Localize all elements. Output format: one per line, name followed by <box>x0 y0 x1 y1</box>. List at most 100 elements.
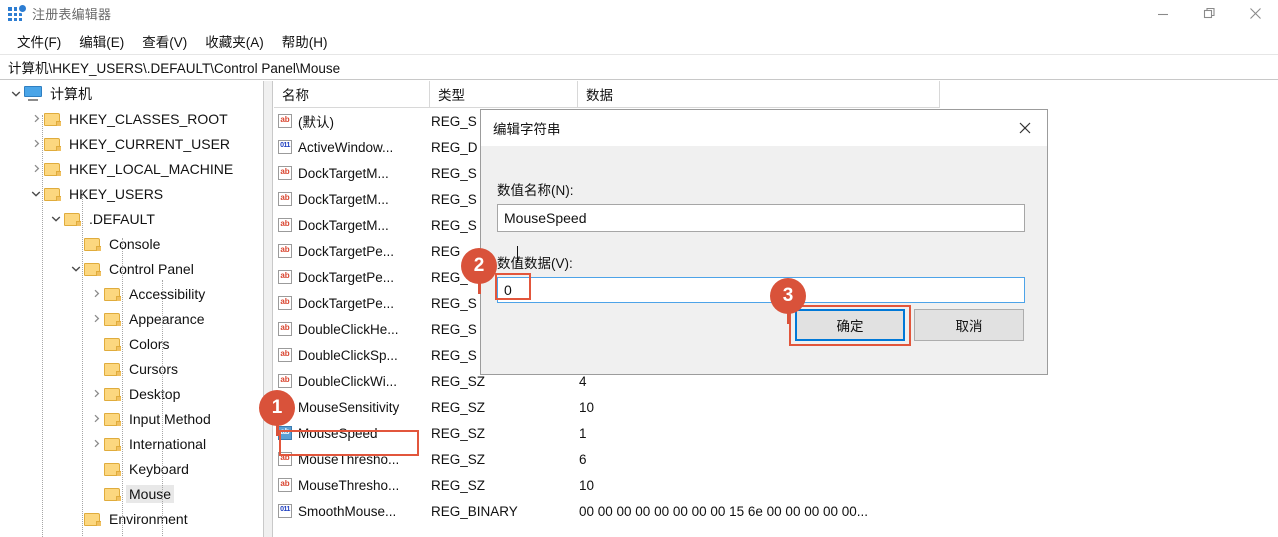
table-row[interactable]: abMouseThresho...REG_SZ6 <box>274 446 1278 472</box>
registry-editor-window: 注册表编辑器 文件(F) 编辑( <box>0 0 1278 537</box>
string-value-icon: ab <box>278 452 293 467</box>
pane-splitter[interactable] <box>263 81 273 537</box>
list-header: 名称类型数据 <box>274 81 940 108</box>
tree-item-accessibility[interactable]: Accessibility <box>0 281 263 306</box>
column-header-label: 数据 <box>586 84 613 104</box>
folder-icon <box>104 487 121 501</box>
tree-item-control-panel[interactable]: Control Panel <box>0 256 263 281</box>
tree-item-hkey-local-machine[interactable]: HKEY_LOCAL_MACHINE <box>0 156 263 181</box>
value-name-text: DockTargetM... <box>298 166 389 181</box>
tree-item-hkey-users[interactable]: HKEY_USERS <box>0 181 263 206</box>
table-row[interactable]: abMouseSensitivityREG_SZ10 <box>274 394 1278 420</box>
menu-view[interactable]: 查看(V) <box>133 29 196 53</box>
tree-item-label: 计算机 <box>47 83 95 105</box>
column-header-data[interactable]: 数据 <box>578 81 940 107</box>
value-name-text: DockTargetM... <box>298 218 389 233</box>
maximize-button[interactable] <box>1186 0 1232 27</box>
value-type-cell: REG_S <box>431 322 477 337</box>
value-data-cell: 1 <box>579 426 587 441</box>
address-bar[interactable]: 计算机\HKEY_USERS\.DEFAULT\Control Panel\Mo… <box>0 54 1278 80</box>
registry-tree[interactable]: 计算机 HKEY_CLASSES_ROOT HKEY_CURRENT_USER HKE… <box>0 81 264 537</box>
folder-icon <box>104 287 121 301</box>
chevron-right-icon <box>32 114 41 123</box>
folder-icon <box>44 187 61 201</box>
tree-item-international[interactable]: International <box>0 431 263 456</box>
tree-item-desktop[interactable]: Desktop <box>0 381 263 406</box>
tree-item-default[interactable]: .DEFAULT <box>0 206 263 231</box>
menu-file[interactable]: 文件(F) <box>8 29 70 53</box>
value-name-field[interactable] <box>497 204 1025 232</box>
tree-expander[interactable] <box>88 381 104 406</box>
table-row[interactable]: 011SmoothMouse...REG_BINARY00 00 00 00 0… <box>274 498 1278 524</box>
tree-guide-line <box>42 115 44 537</box>
value-name-text: SmoothMouse... <box>298 504 396 519</box>
chevron-right-icon <box>92 414 101 423</box>
value-type-cell: REG_SZ <box>431 478 485 493</box>
string-value-icon: ab <box>278 426 293 441</box>
value-name-text: DoubleClickHe... <box>298 322 399 337</box>
tree-item-label: Appearance <box>126 310 208 328</box>
tree-item-environment[interactable]: Environment <box>0 506 263 531</box>
string-value-icon: ab <box>278 322 293 337</box>
column-header-name[interactable]: 名称 <box>274 81 430 107</box>
tree-item-label: Mouse <box>126 485 174 503</box>
tree-leaf-stub <box>88 456 104 481</box>
string-value-icon: ab <box>278 270 293 285</box>
tree-item-colors[interactable]: Colors <box>0 331 263 356</box>
tree-expander[interactable] <box>88 431 104 456</box>
tree-item-label: HKEY_CLASSES_ROOT <box>66 110 231 128</box>
dialog-title-bar: 编辑字符串 <box>481 110 1047 146</box>
tree-item-appearance[interactable]: Appearance <box>0 306 263 331</box>
value-name-cell: abMouseSensitivity <box>278 400 399 415</box>
tree-item-label: Desktop <box>126 385 183 403</box>
ok-button[interactable]: 确定 <box>795 309 905 341</box>
table-row[interactable]: abMouseThresho...REG_SZ10 <box>274 472 1278 498</box>
tree-expander[interactable] <box>8 81 24 106</box>
tree-expander[interactable] <box>88 306 104 331</box>
tree-item-console[interactable]: Console <box>0 231 263 256</box>
close-button[interactable] <box>1232 0 1278 27</box>
chevron-right-icon <box>92 289 101 298</box>
tree-item-input-method[interactable]: Input Method <box>0 406 263 431</box>
tree-item-label: HKEY_LOCAL_MACHINE <box>66 160 236 178</box>
value-data-field[interactable] <box>497 277 1025 303</box>
column-header-type[interactable]: 类型 <box>430 81 578 107</box>
tree-item-hkey-current-user[interactable]: HKEY_CURRENT_USER <box>0 131 263 156</box>
cancel-button[interactable]: 取消 <box>914 309 1024 341</box>
tree-expander[interactable] <box>88 281 104 306</box>
tree-item-keyboard[interactable]: Keyboard <box>0 456 263 481</box>
value-name-cell: 011ActiveWindow... <box>278 140 393 155</box>
tree-expander[interactable] <box>48 206 64 231</box>
tree-item-cursors[interactable]: Cursors <box>0 356 263 381</box>
string-value-icon: ab <box>278 478 293 493</box>
tree-leaf-stub <box>88 481 104 506</box>
value-type-cell: REG_SZ <box>431 426 485 441</box>
menu-edit[interactable]: 编辑(E) <box>70 29 133 53</box>
minimize-icon <box>1157 8 1169 20</box>
tree-item-mouse[interactable]: Mouse <box>0 481 263 506</box>
tree-item-label: Keyboard <box>126 460 192 478</box>
tree-expander[interactable] <box>88 406 104 431</box>
value-name-text: ActiveWindow... <box>298 140 393 155</box>
text-caret <box>517 246 518 263</box>
tree-item-[interactable]: 计算机 <box>0 81 263 106</box>
binary-value-icon: 011 <box>278 504 293 519</box>
menu-favorites[interactable]: 收藏夹(A) <box>196 29 273 53</box>
table-row[interactable]: abMouseSpeedREG_SZ1 <box>274 420 1278 446</box>
minimize-button[interactable] <box>1140 0 1186 27</box>
tree-item-hkey-classes-root[interactable]: HKEY_CLASSES_ROOT <box>0 106 263 131</box>
string-value-icon: ab <box>278 348 293 363</box>
registry-editor-icon <box>8 5 25 22</box>
string-value-icon: ab <box>278 114 293 129</box>
folder-icon <box>104 462 121 476</box>
chevron-down-icon <box>11 89 21 98</box>
menu-help[interactable]: 帮助(H) <box>273 29 337 53</box>
tree-item-label: HKEY_CURRENT_USER <box>66 135 233 153</box>
callout-badge-2: 2 <box>461 248 497 284</box>
folder-icon <box>84 512 101 526</box>
dialog-title: 编辑字符串 <box>481 118 561 138</box>
menu-bar: 文件(F) 编辑(E) 查看(V) 收藏夹(A) 帮助(H) <box>0 28 1278 53</box>
string-value-icon: ab <box>278 218 293 233</box>
dialog-close-button[interactable] <box>1003 110 1047 145</box>
value-type-cell: REG_S <box>431 192 477 207</box>
